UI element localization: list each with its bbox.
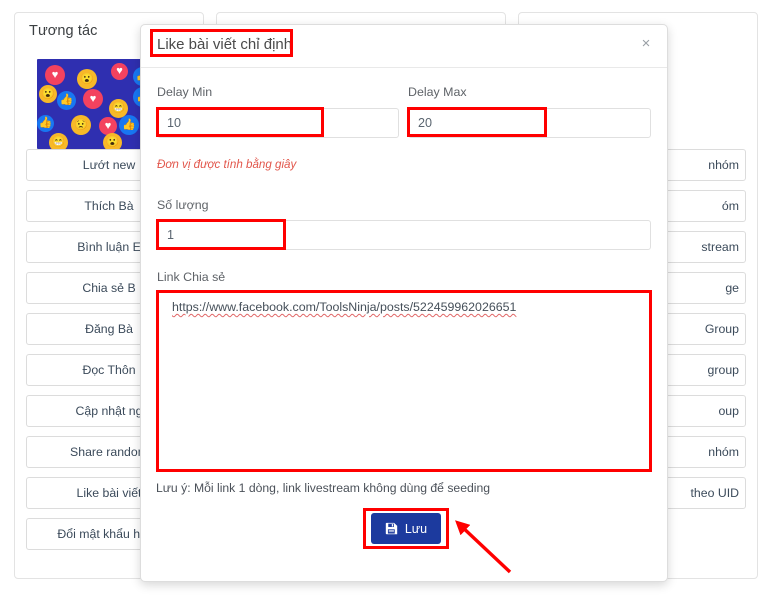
note-text: Lưu ý: Mỗi link 1 dòng, link livestream …: [156, 481, 491, 495]
delay-min-label: Delay Min: [157, 85, 213, 99]
link-share-textarea[interactable]: [157, 291, 651, 471]
dialog-title: Like bài viết chỉ định: [157, 36, 293, 53]
quantity-input[interactable]: [157, 220, 651, 250]
delay-max-label: Delay Max: [408, 85, 467, 99]
delay-max-input[interactable]: [408, 108, 651, 138]
quantity-label: Số lượng: [157, 198, 209, 212]
delay-min-input[interactable]: [157, 108, 399, 138]
unit-hint-text: Đơn vị được tính bằng giây: [157, 158, 297, 171]
save-button[interactable]: Lưu: [371, 513, 441, 544]
close-icon[interactable]: ×: [637, 35, 655, 53]
dialog-header: Like bài viết chỉ định ×: [141, 25, 667, 68]
app-root: Tương tác ♥ 😮 ♥ 👍 😮 ♥ 👍 ♥ 👍 😟 😮 😁 😟 ♥ 👍 …: [0, 0, 768, 603]
save-button-label: Lưu: [404, 521, 428, 536]
floppy-disk-icon: [385, 522, 398, 535]
link-share-value: https://www.facebook.com/ToolsNinja/post…: [172, 300, 517, 314]
link-share-label: Link Chia sẻ: [157, 270, 226, 284]
